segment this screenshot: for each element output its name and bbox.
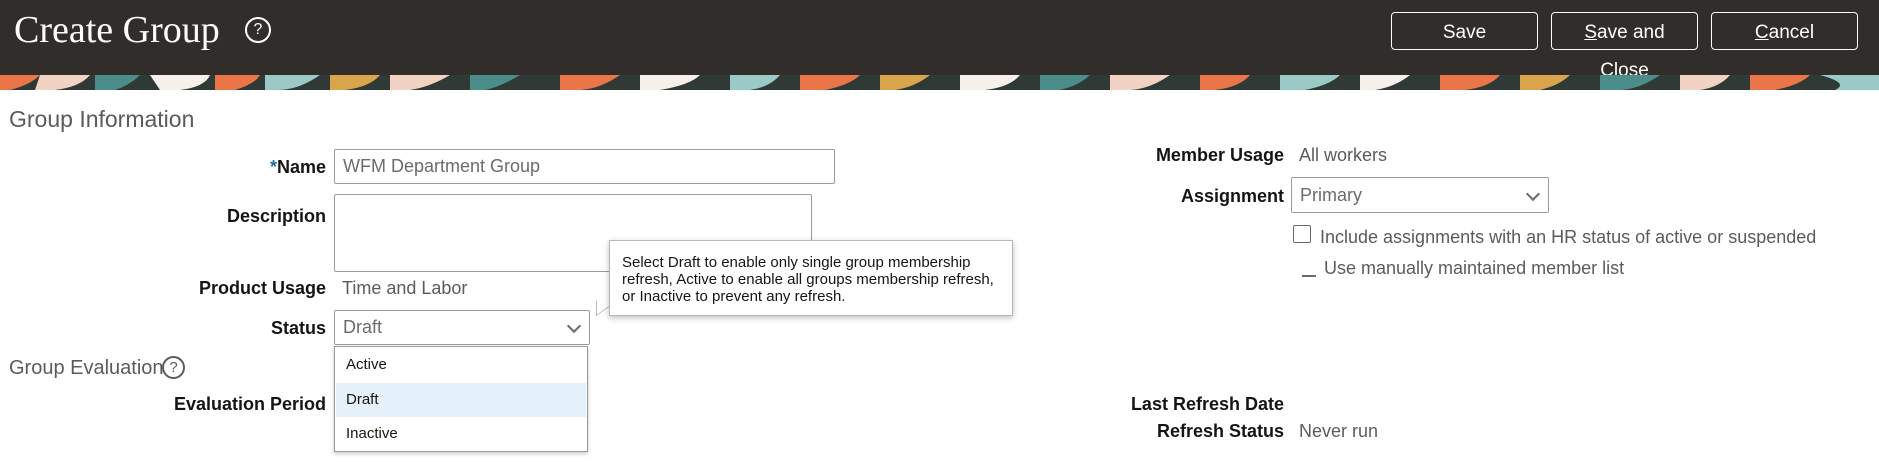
product-usage-label: Product Usage (198, 278, 326, 298)
help-icon[interactable]: ? (245, 17, 271, 43)
evaluation-period-label: Evaluation Period (173, 394, 326, 414)
status-select-value: Draft (343, 317, 383, 337)
cancel-button[interactable]: Cancel (1711, 12, 1858, 50)
group-information-title: Group Information (9, 106, 195, 132)
required-indicator: * (269, 157, 277, 177)
name-input[interactable] (334, 149, 835, 184)
save-and-close-label: ave and Close (1597, 22, 1665, 81)
save-and-close-button[interactable]: Save and Close (1551, 12, 1698, 81)
manual-list-indicator (1302, 275, 1316, 277)
last-refresh-date-label: Last Refresh Date (1130, 394, 1284, 414)
assignment-select-value: Primary (1300, 185, 1362, 205)
manual-list-label: Use manually maintained member list (1324, 258, 1625, 278)
cancel-mnemonic: C (1754, 22, 1769, 43)
status-dropdown-list: Active Draft Inactive (334, 346, 588, 452)
status-option-draft[interactable]: Draft (336, 383, 586, 417)
status-option-inactive[interactable]: Inactive (336, 417, 586, 451)
refresh-status-value: Never run (1299, 421, 1379, 441)
status-option-active[interactable]: Active (336, 348, 586, 382)
member-usage-value: All workers (1299, 145, 1388, 165)
member-usage-label: Member Usage (1155, 145, 1284, 165)
include-assignments-checkbox[interactable] (1293, 225, 1311, 243)
assignment-label: Assignment (1180, 186, 1284, 206)
product-usage-value: Time and Labor (342, 278, 468, 298)
name-label: *Name (200, 157, 326, 178)
banner-pattern (0, 75, 1879, 90)
cancel-label: ancel (1768, 22, 1815, 43)
save-and-close-mnemonic: S (1584, 22, 1598, 43)
decorative-banner (0, 75, 1879, 90)
status-tooltip: Select Draft to enable only single group… (609, 240, 1013, 316)
page-title: Create Group (14, 9, 220, 51)
help-icon[interactable]: ? (162, 356, 185, 379)
chevron-down-icon (1525, 186, 1541, 202)
page-header: Create Group ? Save Save and Close Cance… (0, 0, 1879, 81)
status-label: Status (270, 318, 326, 338)
status-select[interactable]: Draft (334, 310, 590, 345)
include-assignments-label: Include assignments with an HR status of… (1320, 227, 1817, 247)
chevron-down-icon (566, 318, 582, 334)
description-label: Description (226, 206, 326, 226)
refresh-status-label: Refresh Status (1156, 421, 1284, 441)
group-evaluation-title: Group Evaluation (9, 357, 164, 379)
name-label-text: Name (276, 157, 326, 177)
assignment-select[interactable]: Primary (1291, 177, 1549, 213)
save-button[interactable]: Save (1391, 12, 1538, 50)
